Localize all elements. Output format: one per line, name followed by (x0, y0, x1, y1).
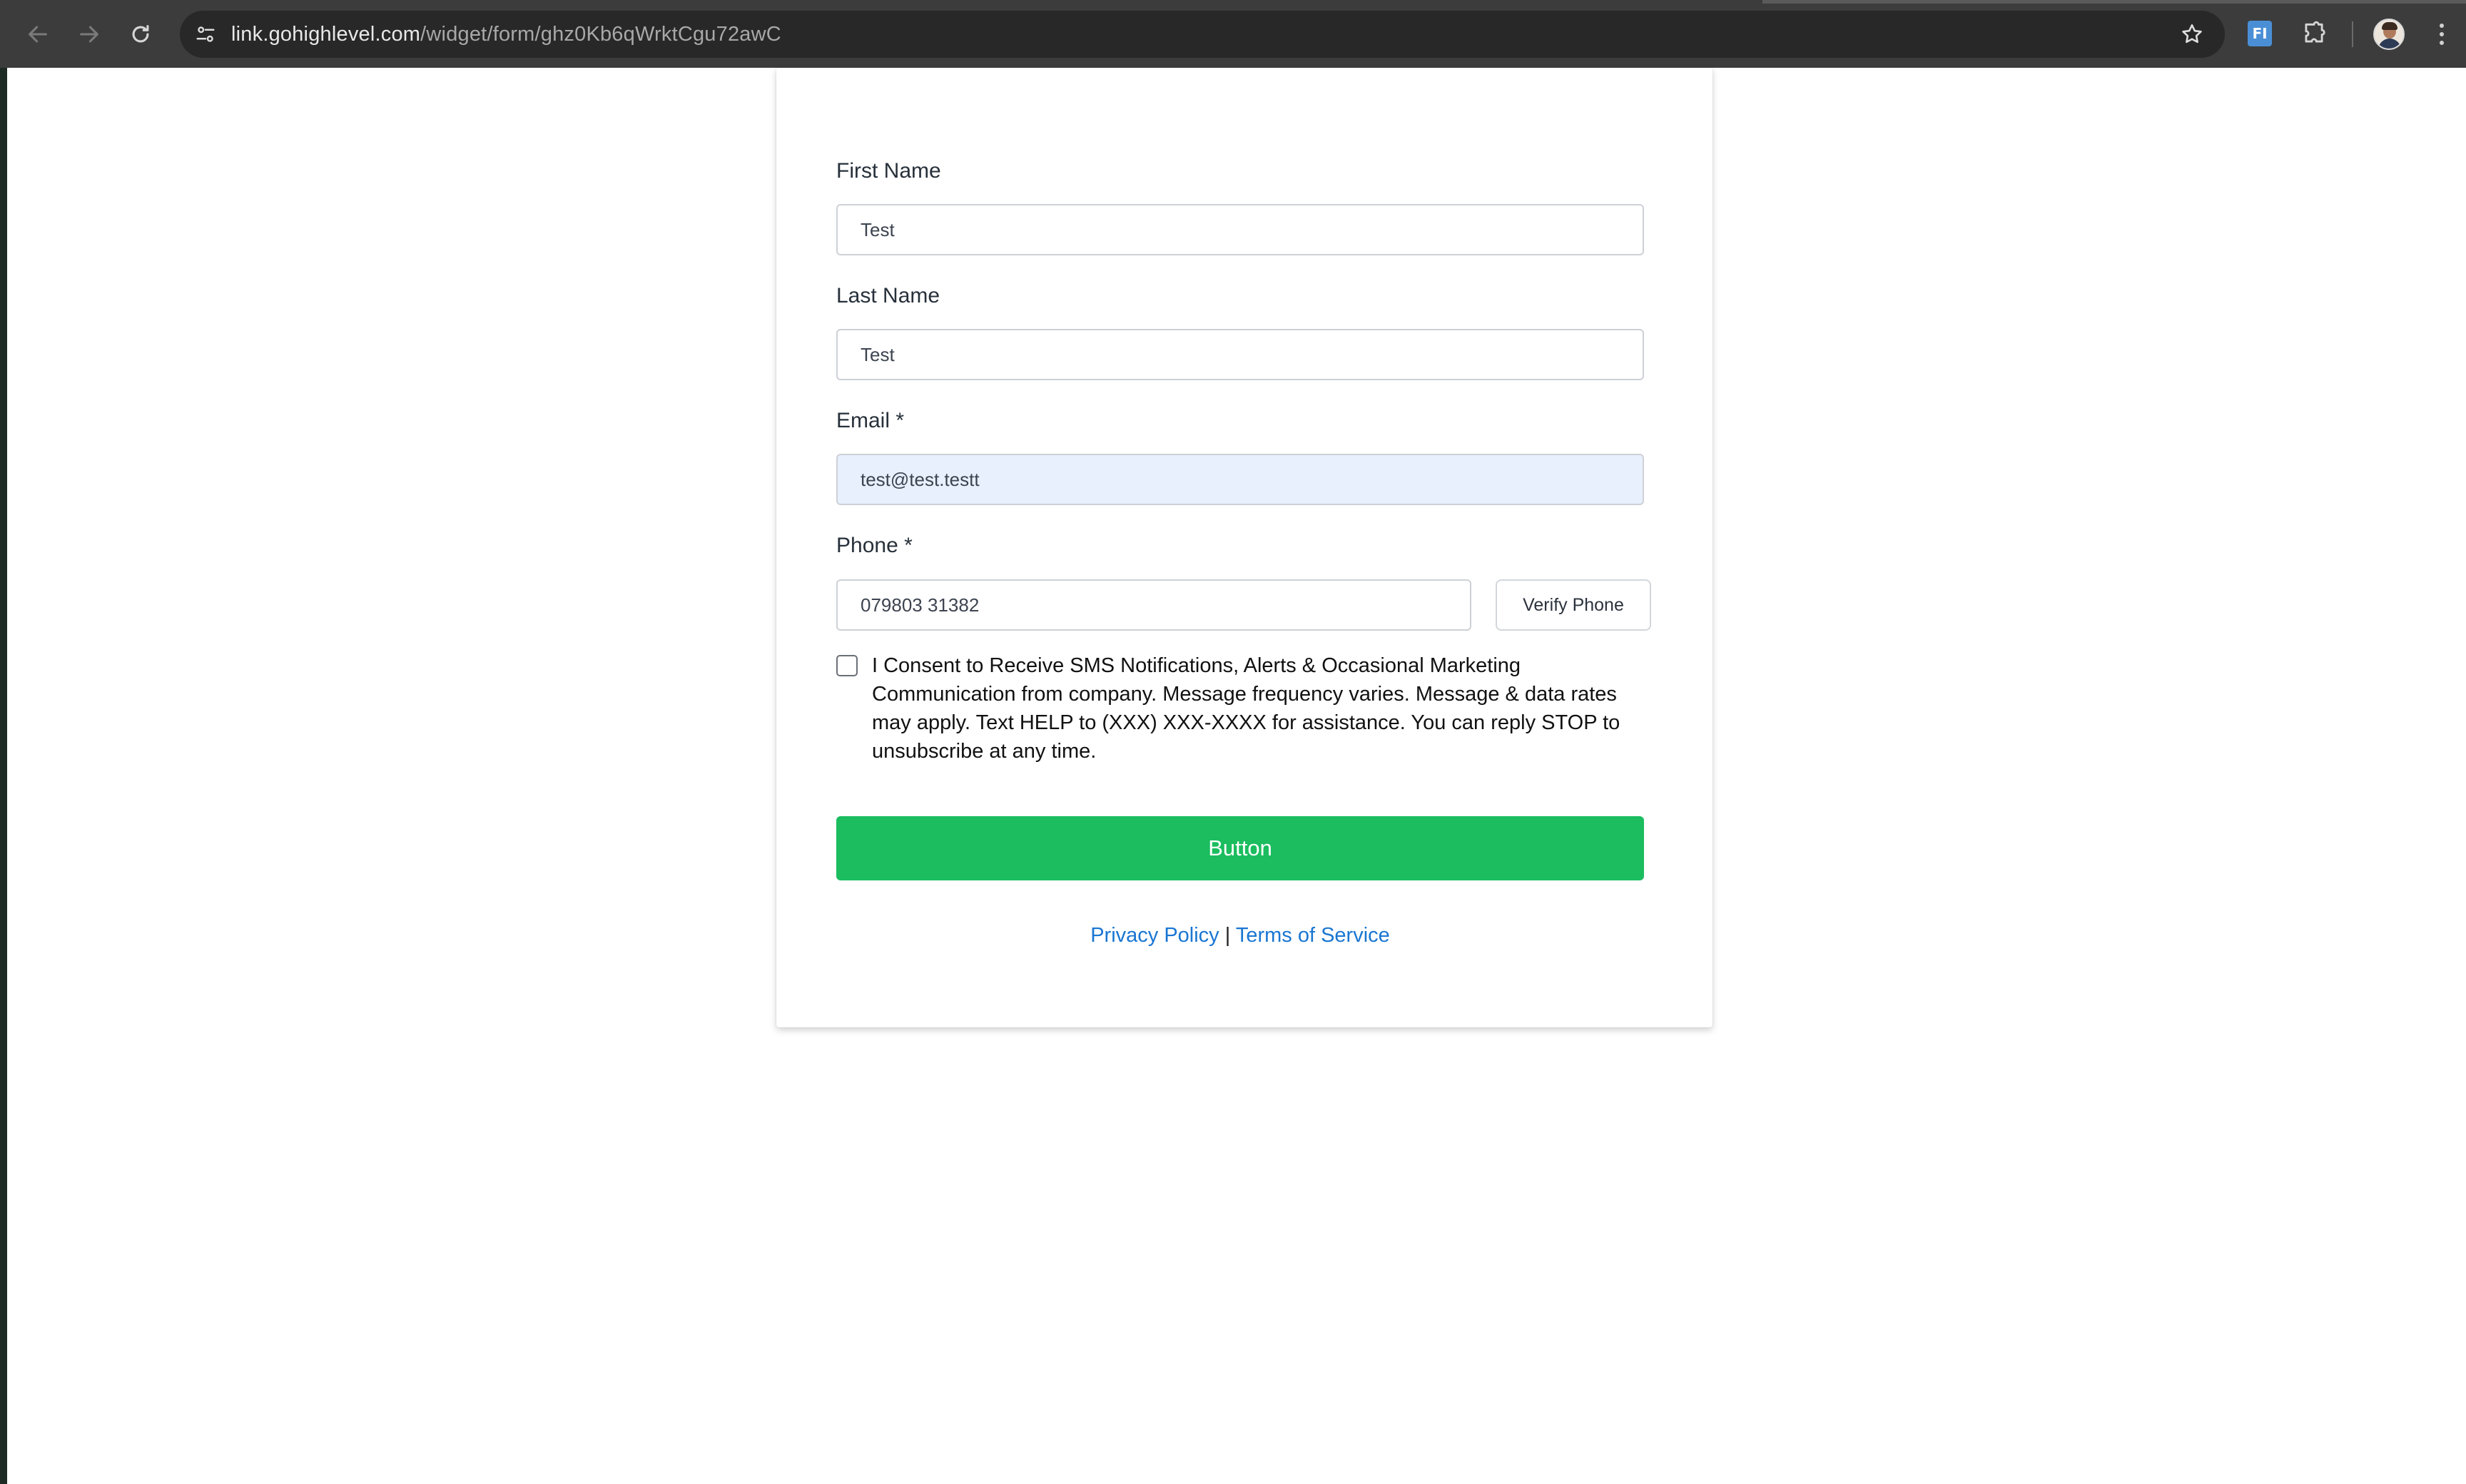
sms-consent-text: I Consent to Receive SMS Notifications, … (872, 654, 1620, 763)
bookmark-button[interactable] (2176, 19, 2208, 50)
terms-of-service-link[interactable]: Terms of Service (1236, 924, 1390, 947)
toolbar-divider (2352, 21, 2353, 47)
link-separator: | (1224, 924, 1231, 947)
last-name-input[interactable]: Test (836, 329, 1644, 380)
back-button[interactable] (18, 14, 58, 54)
window-left-edge (0, 68, 7, 1484)
url-host: link.gohighlevel.com (231, 23, 421, 46)
phone-input[interactable]: 079803 31382 (836, 579, 1471, 631)
privacy-policy-link[interactable]: Privacy Policy (1090, 924, 1219, 947)
address-bar[interactable]: link.gohighlevel.com/widget/form/ghz0Kb6… (180, 11, 2225, 58)
back-icon (29, 26, 47, 43)
site-info-icon (196, 26, 215, 42)
email-input[interactable]: test@test.testt (836, 454, 1644, 505)
extensions-button[interactable] (2296, 16, 2332, 51)
site-info-button[interactable] (188, 17, 223, 51)
page-viewport: First Name Test Last Name Test Email * t… (7, 68, 2466, 1484)
verify-phone-button[interactable]: Verify Phone (1496, 579, 1651, 631)
first-name-input[interactable]: Test (836, 204, 1644, 255)
forward-icon (80, 26, 98, 43)
form-card: First Name Test Last Name Test Email * t… (776, 68, 1712, 1027)
sms-consent-checkbox[interactable] (836, 655, 858, 676)
url-path: /widget/form/ghz0Kb6qWrktCgu72awC (420, 23, 781, 46)
extensions-icon (2305, 21, 2325, 43)
url-text[interactable]: link.gohighlevel.com/widget/form/ghz0Kb6… (231, 11, 781, 58)
reload-icon (132, 25, 149, 43)
submit-button[interactable]: Button (836, 816, 1644, 880)
menu-icon[interactable] (2426, 17, 2457, 51)
phone-label: Phone * (836, 534, 913, 557)
browser-toolbar: link.gohighlevel.com/widget/form/ghz0Kb6… (0, 0, 2466, 68)
last-name-label: Last Name (836, 284, 940, 308)
profile-avatar[interactable] (2373, 19, 2405, 50)
first-name-label: First Name (836, 159, 941, 183)
extension-fi-icon[interactable]: FI (2248, 21, 2272, 46)
browser-window: link.gohighlevel.com/widget/form/ghz0Kb6… (0, 0, 2466, 1484)
reload-button[interactable] (121, 14, 161, 54)
forward-button[interactable] (69, 14, 109, 54)
email-label: Email * (836, 409, 905, 432)
legal-links: Privacy Policy | Terms of Service (776, 924, 1704, 947)
bookmark-star-icon (2182, 24, 2202, 44)
tab-strip-edge (1762, 0, 2466, 4)
